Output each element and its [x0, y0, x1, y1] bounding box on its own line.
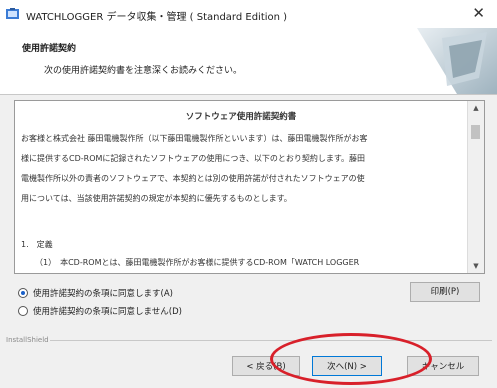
close-icon[interactable]: ✕ — [472, 4, 485, 22]
license-paragraph: お客様と株式会社 藤田電機製作所（以下藤田電機製作所といいます）は、藤田電機製作… — [21, 129, 465, 209]
accept-option[interactable]: 使用許諾契約の条項に同意します(A) — [18, 287, 173, 299]
license-section-title: 1. 定義 — [21, 240, 53, 249]
license-line: 様に提供するCD-ROMに記録されたソフトウェアの使用につき、以下のとおり契約し… — [21, 154, 366, 163]
license-line: お客様と株式会社 藤田電機製作所（以下藤田電機製作所といいます）は、藤田電機製作… — [21, 134, 368, 143]
window-title: WATCHLOGGER データ収集・管理 ( Standard Edition … — [26, 12, 288, 23]
cancel-button[interactable]: キャンセル — [407, 356, 479, 376]
license-scrollbar[interactable]: ▲ ▼ — [467, 101, 484, 273]
scroll-thumb[interactable] — [471, 125, 480, 139]
footer-divider — [50, 340, 492, 341]
license-content: ソフトウェア使用許諾契約書 お客様と株式会社 藤田電機製作所（以下藤田電機製作所… — [15, 101, 467, 273]
decline-label: 使用許諾契約の条項に同意しません(D) — [33, 307, 182, 317]
installshield-brand: InstallShield — [6, 336, 49, 344]
banner-graphic-icon — [417, 28, 497, 94]
page-title: 使用許諾契約 — [22, 44, 77, 54]
header-banner: 使用許諾契約 次の使用許諾契約書を注意深くお読みください。 — [0, 28, 497, 95]
decline-option[interactable]: 使用許諾契約の条項に同意しません(D) — [18, 305, 182, 317]
installer-icon — [6, 8, 19, 19]
scroll-up-icon[interactable]: ▲ — [468, 101, 484, 115]
next-button[interactable]: 次へ(N) > — [312, 356, 382, 376]
title-bar: WATCHLOGGER データ収集・管理 ( Standard Edition … — [0, 0, 497, 28]
accept-label: 使用許諾契約の条項に同意します(A) — [33, 289, 173, 299]
decline-radio[interactable] — [18, 306, 28, 316]
scroll-down-icon[interactable]: ▼ — [468, 259, 484, 273]
print-button[interactable]: 印刷(P) — [410, 282, 480, 302]
accept-radio[interactable] — [18, 288, 28, 298]
license-line: 用については、当該使用許諾契約の規定が本契約に優先するものとします。 — [21, 194, 292, 203]
back-button[interactable]: < 戻る(B) — [232, 356, 300, 376]
license-section-line: （1） 本CD-ROMとは、藤田電機製作所がお客様に提供するCD-ROM「WAT… — [35, 258, 360, 267]
license-heading: ソフトウェア使用許諾契約書 — [185, 112, 297, 122]
page-subtitle: 次の使用許諾契約書を注意深くお読みください。 — [44, 66, 243, 76]
license-textbox[interactable]: ソフトウェア使用許諾契約書 お客様と株式会社 藤田電機製作所（以下藤田電機製作所… — [14, 100, 485, 274]
license-line: 電機製作所以外の責者のソフトウェアで、本契約とは別の使用許諾が付されたソフトウェ… — [21, 174, 365, 183]
